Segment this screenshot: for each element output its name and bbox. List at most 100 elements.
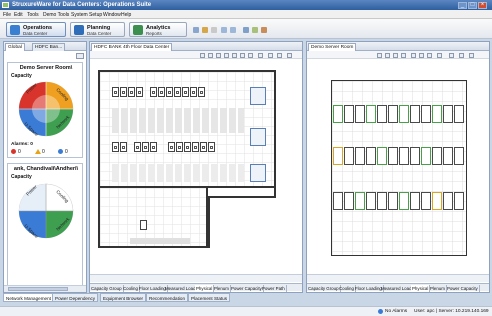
tab-power-capacity[interactable]: Power Capacity bbox=[446, 285, 480, 292]
tab-capacity-group[interactable]: Capacity Group bbox=[90, 285, 124, 292]
rack[interactable] bbox=[366, 147, 376, 165]
rack[interactable] bbox=[198, 87, 205, 97]
rack[interactable] bbox=[166, 87, 173, 97]
cooling-unit[interactable] bbox=[250, 164, 266, 182]
rack[interactable] bbox=[421, 147, 431, 165]
rack[interactable] bbox=[333, 192, 343, 210]
rotate-icon[interactable] bbox=[216, 52, 221, 58]
alarm-status[interactable]: No Alarms bbox=[385, 309, 407, 314]
rack[interactable] bbox=[377, 192, 387, 210]
rack[interactable] bbox=[432, 105, 442, 123]
minimize-button[interactable]: _ bbox=[458, 1, 467, 9]
select-icon[interactable] bbox=[377, 52, 382, 58]
settings-icon[interactable] bbox=[287, 52, 292, 58]
rack[interactable] bbox=[421, 105, 431, 123]
tab-hdfc-floor[interactable]: HDFC BANK 4th Floor Data Center bbox=[91, 43, 173, 51]
tab-capacity-group[interactable]: Capacity Group bbox=[307, 285, 341, 292]
rack[interactable] bbox=[174, 87, 181, 97]
rack[interactable] bbox=[355, 147, 365, 165]
menu-file[interactable]: File bbox=[3, 12, 11, 18]
layout-icon[interactable] bbox=[243, 27, 249, 33]
rack[interactable] bbox=[432, 192, 442, 210]
rack[interactable] bbox=[112, 142, 119, 152]
rack[interactable] bbox=[410, 192, 420, 210]
tab-equipment-browser[interactable]: Equipment Browser bbox=[100, 293, 147, 302]
settings-icon[interactable] bbox=[76, 53, 84, 59]
operations-module-button[interactable]: Operations Data Center bbox=[6, 22, 66, 37]
rack[interactable] bbox=[399, 147, 409, 165]
rack[interactable] bbox=[184, 142, 191, 152]
copy-icon[interactable] bbox=[224, 52, 229, 58]
rack[interactable] bbox=[443, 192, 453, 210]
tab-hdfc[interactable]: HDFC Ban... bbox=[32, 43, 66, 51]
planning-module-button[interactable]: Planning Data Center bbox=[70, 22, 125, 37]
view-icon[interactable] bbox=[258, 52, 263, 58]
rack[interactable] bbox=[208, 142, 215, 152]
cooling-unit[interactable] bbox=[250, 128, 266, 146]
rack-row-4[interactable] bbox=[112, 164, 244, 182]
rack[interactable] bbox=[150, 87, 157, 97]
copy-icon[interactable] bbox=[401, 52, 406, 58]
select-icon[interactable] bbox=[200, 52, 205, 58]
horizontal-scrollbar[interactable] bbox=[90, 274, 302, 282]
settings-icon[interactable] bbox=[469, 52, 474, 58]
rack[interactable] bbox=[142, 142, 149, 152]
tab-physical[interactable]: Physical bbox=[411, 285, 431, 292]
menu-help[interactable]: Help bbox=[121, 12, 131, 18]
rack[interactable] bbox=[454, 192, 464, 210]
tab-plenum[interactable]: Plenum bbox=[429, 285, 447, 292]
rack[interactable] bbox=[120, 142, 127, 152]
rotate-icon[interactable] bbox=[393, 52, 398, 58]
capacity-widget[interactable]: ank, Chandivali\Andheri\ Capacity Power … bbox=[7, 163, 83, 287]
analytics-module-button[interactable]: Analytics Reports bbox=[129, 22, 187, 37]
rack[interactable] bbox=[388, 147, 398, 165]
floor-canvas[interactable] bbox=[90, 60, 302, 274]
tab-measured-load[interactable]: Measured Load bbox=[164, 285, 198, 292]
tab-power-path[interactable]: Power Path bbox=[261, 285, 287, 292]
tab-plenum[interactable]: Plenum bbox=[213, 285, 231, 292]
capacity-widget[interactable]: Demo Server Room\ Capacity Power Cooling… bbox=[7, 62, 83, 158]
rack[interactable] bbox=[200, 142, 207, 152]
menu-tools[interactable]: Tools bbox=[27, 12, 39, 18]
menu-demo-tools[interactable]: Demo Tools bbox=[43, 12, 69, 18]
rack[interactable] bbox=[190, 87, 197, 97]
tab-placement-status[interactable]: Placement Status bbox=[188, 293, 231, 302]
rack[interactable] bbox=[168, 142, 175, 152]
zoom-in-icon[interactable] bbox=[411, 52, 416, 58]
filter-icon[interactable] bbox=[277, 52, 282, 58]
rack[interactable] bbox=[355, 192, 365, 210]
rack[interactable] bbox=[366, 192, 376, 210]
rack[interactable] bbox=[454, 147, 464, 165]
refresh-icon[interactable] bbox=[193, 27, 199, 33]
rack[interactable] bbox=[134, 142, 141, 152]
rack[interactable] bbox=[344, 105, 354, 123]
rack[interactable] bbox=[182, 87, 189, 97]
menu-edit[interactable]: Edit bbox=[14, 12, 23, 18]
redo-icon[interactable] bbox=[230, 27, 236, 33]
tab-recommendation[interactable]: Recommendation bbox=[146, 293, 189, 302]
close-button[interactable]: × bbox=[478, 1, 487, 9]
tab-physical[interactable]: Physical bbox=[195, 285, 215, 292]
tab-measured-load[interactable]: Measured Load bbox=[380, 285, 414, 292]
rack[interactable] bbox=[410, 147, 420, 165]
rack[interactable] bbox=[421, 192, 431, 210]
rack[interactable] bbox=[399, 105, 409, 123]
rack[interactable] bbox=[344, 147, 354, 165]
rack[interactable] bbox=[128, 87, 135, 97]
zoom-fit-icon[interactable] bbox=[427, 52, 432, 58]
filter-icon[interactable] bbox=[459, 52, 464, 58]
print-icon[interactable] bbox=[211, 27, 217, 33]
rack[interactable] bbox=[410, 105, 420, 123]
rack[interactable] bbox=[366, 105, 376, 123]
zoom-out-icon[interactable] bbox=[419, 52, 424, 58]
rack[interactable] bbox=[399, 192, 409, 210]
scrollbar-thumb[interactable] bbox=[8, 287, 68, 291]
rack[interactable] bbox=[388, 192, 398, 210]
rack[interactable] bbox=[176, 142, 183, 152]
layer-icon[interactable] bbox=[268, 52, 273, 58]
zoom-out-icon[interactable] bbox=[240, 52, 245, 58]
tab-network-management[interactable]: Network Management bbox=[3, 293, 54, 302]
cooling-unit[interactable] bbox=[250, 87, 266, 105]
rack[interactable] bbox=[333, 147, 343, 165]
rack[interactable] bbox=[388, 105, 398, 123]
